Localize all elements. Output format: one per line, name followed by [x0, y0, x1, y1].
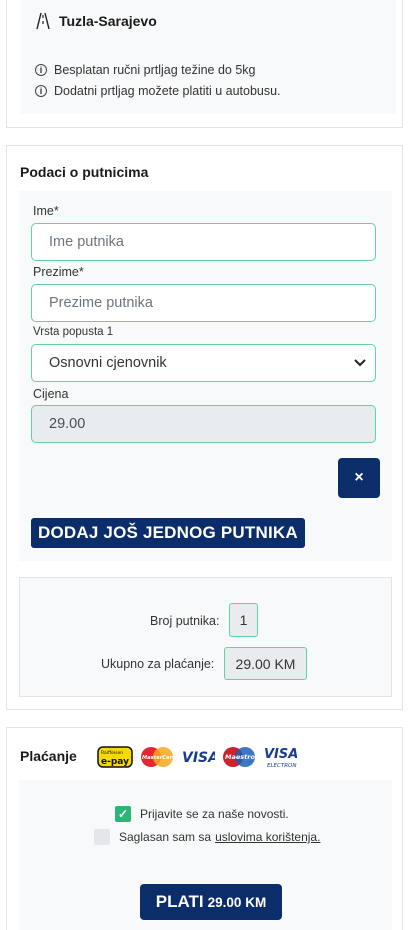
passenger-card: Podaci o putnicima Ime* Ime putnika Prez… — [6, 145, 403, 710]
mastercard-logo: MasterCard — [141, 747, 175, 767]
svg-text:VISA: VISA — [264, 747, 297, 762]
first-name-label: Ime* — [33, 204, 59, 218]
discount-label: Vrsta popusta 1 — [33, 326, 114, 338]
passenger-section-title: Podaci o putnicima — [20, 164, 149, 180]
first-name-input[interactable]: Ime putnika — [31, 223, 376, 261]
newsletter-checkbox[interactable]: ✓ — [115, 806, 131, 822]
passenger-count-label: Broj putnika: — [150, 614, 220, 628]
pay-button[interactable]: PLATI 29.00 KM — [140, 884, 282, 920]
info-icon: i — [35, 85, 47, 97]
terms-label: Saglasan sam sa — [119, 830, 212, 844]
terms-link[interactable]: uslovima korištenja. — [215, 830, 320, 844]
road-icon — [36, 12, 50, 30]
payment-panel: ✓ Prijavite se za naše novosti. Saglasan… — [19, 780, 392, 930]
remove-passenger-button[interactable]: × — [338, 458, 380, 498]
total-label: Ukupno za plaćanje: — [101, 657, 215, 671]
info-icon: i — [35, 64, 47, 76]
extra-luggage-info: i Dodatni prtljag možete platiti u autob… — [35, 84, 281, 98]
epay-logo: Raiffeisen e-pay — [97, 746, 133, 768]
passenger-count-value: 1 — [229, 603, 258, 637]
payment-logos: Raiffeisen e-pay MasterCard VISA Maestro… — [97, 744, 297, 770]
svg-text:MasterCard: MasterCard — [142, 755, 175, 761]
newsletter-row: ✓ Prijavite se za naše novosti. — [115, 806, 289, 822]
route-card: Tuzla-Sarajevo i Besplatan ručni prtljag… — [6, 0, 403, 128]
terms-row: Saglasan sam sa uslovima korištenja. — [94, 829, 320, 845]
chevron-down-icon — [354, 359, 366, 367]
close-icon: × — [354, 469, 364, 486]
newsletter-label: Prijavite se za naše novosti. — [140, 807, 289, 821]
price-label: Cijena — [33, 387, 69, 401]
terms-checkbox[interactable] — [94, 829, 110, 845]
svg-text:e-pay: e-pay — [101, 757, 129, 767]
svg-text:Raiffeisen: Raiffeisen — [101, 750, 123, 756]
visa-electron-logo: VISA ELECTRON — [264, 747, 297, 769]
svg-text:Maestro: Maestro — [225, 753, 255, 761]
total-value: 29.00 KM — [224, 647, 307, 680]
payment-section-title: Plaćanje — [20, 748, 77, 764]
price-field: 29.00 — [31, 405, 376, 443]
passenger-form: Ime* Ime putnika Prezime* Prezime putnik… — [19, 191, 392, 561]
discount-selected: Osnovni cjenovnik — [49, 355, 167, 371]
route-info-panel: Tuzla-Sarajevo i Besplatan ručni prtljag… — [21, 0, 396, 114]
visa-logo: VISA — [182, 750, 215, 766]
add-passenger-button[interactable]: DODAJ JOŠ JEDNOG PUTNIKA — [31, 518, 305, 548]
maestro-logo: Maestro — [223, 747, 255, 767]
discount-select[interactable]: Osnovni cjenovnik — [31, 344, 376, 382]
svg-text:ELECTRON: ELECTRON — [267, 763, 296, 769]
last-name-input[interactable]: Prezime putnika — [31, 284, 376, 322]
order-summary: Broj putnika: 1 Ukupno za plaćanje: 29.0… — [19, 577, 392, 697]
svg-text:VISA: VISA — [182, 750, 215, 766]
route-title: Tuzla-Sarajevo — [35, 12, 157, 30]
route-name: Tuzla-Sarajevo — [59, 13, 157, 29]
payment-card: Plaćanje Raiffeisen e-pay MasterCard VIS… — [6, 727, 403, 930]
luggage-info: i Besplatan ručni prtljag težine do 5kg — [35, 63, 256, 77]
last-name-label: Prezime* — [33, 265, 84, 279]
